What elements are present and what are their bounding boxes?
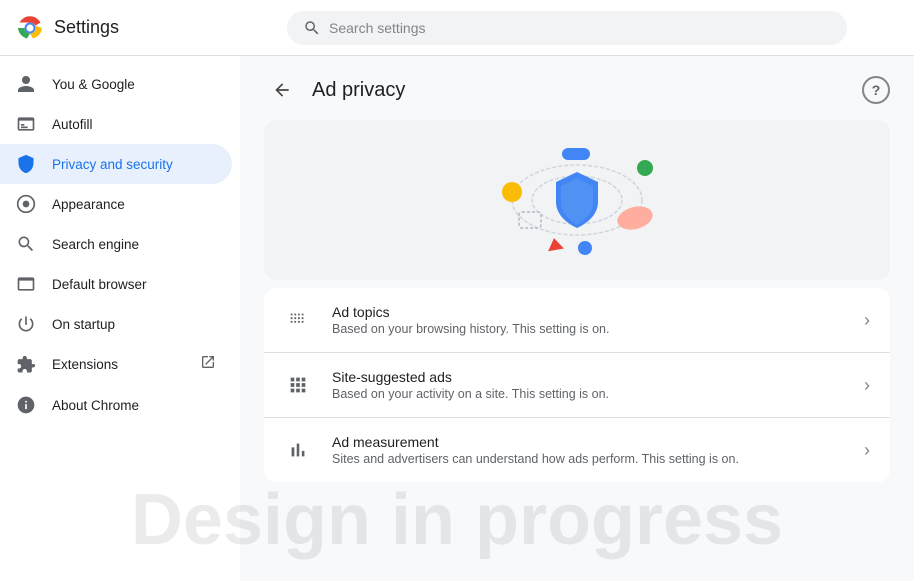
sidebar-label-search-engine: Search engine	[52, 237, 139, 252]
sidebar-label-autofill: Autofill	[52, 117, 93, 132]
page-header-left: Ad privacy	[264, 72, 405, 108]
site-suggested-ads-title: Site-suggested ads	[332, 369, 844, 385]
sidebar-label-appearance: Appearance	[52, 197, 125, 212]
appearance-icon	[16, 194, 36, 214]
site-suggested-ads-chevron-icon: ›	[864, 375, 870, 396]
logo-area: Settings	[16, 14, 236, 42]
sidebar-item-you-google[interactable]: You & Google	[0, 64, 232, 104]
hero-illustration	[264, 120, 890, 280]
info-icon	[16, 395, 36, 415]
app-title: Settings	[54, 17, 119, 38]
top-bar: Settings	[0, 0, 914, 56]
sidebar-label-you-google: You & Google	[52, 77, 135, 92]
site-suggested-ads-desc: Based on your activity on a site. This s…	[332, 387, 844, 401]
sidebar-label-privacy-security: Privacy and security	[52, 157, 173, 172]
ad-measurement-desc: Sites and advertisers can understand how…	[332, 452, 844, 466]
ad-privacy-illustration	[467, 130, 687, 270]
ad-topics-desc: Based on your browsing history. This set…	[332, 322, 844, 336]
back-arrow-icon	[272, 80, 292, 100]
sidebar-item-appearance[interactable]: Appearance	[0, 184, 232, 224]
sidebar: You & Google Autofill Privacy and securi…	[0, 56, 240, 581]
external-link-icon	[200, 354, 216, 375]
site-suggested-ads-icon	[284, 371, 312, 399]
ad-measurement-icon	[284, 436, 312, 464]
sidebar-item-about-chrome[interactable]: About Chrome	[0, 385, 232, 425]
puzzle-icon	[16, 355, 36, 375]
chrome-logo-icon	[16, 14, 44, 42]
ad-topics-title: Ad topics	[332, 304, 844, 320]
page-title: Ad privacy	[312, 79, 405, 102]
ad-topics-chevron-icon: ›	[864, 310, 870, 331]
search-engine-icon	[16, 234, 36, 254]
ad-topics-icon	[284, 306, 312, 334]
ad-measurement-row[interactable]: Ad measurement Sites and advertisers can…	[264, 418, 890, 482]
content-inner: Ad privacy ?	[240, 56, 914, 506]
site-suggested-ads-row[interactable]: Site-suggested ads Based on your activit…	[264, 353, 890, 418]
search-bar	[287, 11, 847, 45]
sidebar-label-on-startup: On startup	[52, 317, 115, 332]
help-button[interactable]: ?	[862, 76, 890, 104]
autofill-icon	[16, 114, 36, 134]
sidebar-label-default-browser: Default browser	[52, 277, 147, 292]
sidebar-item-privacy-security[interactable]: Privacy and security	[0, 144, 232, 184]
sidebar-item-default-browser[interactable]: Default browser	[0, 264, 232, 304]
sidebar-item-extensions[interactable]: Extensions	[0, 344, 232, 385]
sidebar-item-search-engine[interactable]: Search engine	[0, 224, 232, 264]
ad-topics-text: Ad topics Based on your browsing history…	[332, 304, 844, 336]
shield-icon	[16, 154, 36, 174]
content-area: Ad privacy ?	[240, 56, 914, 581]
help-label: ?	[872, 82, 881, 98]
sidebar-label-extensions: Extensions	[52, 357, 118, 372]
search-icon	[303, 19, 321, 37]
browser-icon	[16, 274, 36, 294]
ad-measurement-text: Ad measurement Sites and advertisers can…	[332, 434, 844, 466]
sidebar-label-about-chrome: About Chrome	[52, 398, 139, 413]
ad-measurement-chevron-icon: ›	[864, 440, 870, 461]
sidebar-item-on-startup[interactable]: On startup	[0, 304, 232, 344]
search-input[interactable]	[329, 20, 831, 36]
ad-measurement-title: Ad measurement	[332, 434, 844, 450]
settings-card: Ad topics Based on your browsing history…	[264, 288, 890, 482]
sidebar-item-autofill[interactable]: Autofill	[0, 104, 232, 144]
page-header: Ad privacy ?	[264, 56, 890, 120]
search-input-wrap	[287, 11, 847, 45]
person-icon	[16, 74, 36, 94]
power-icon	[16, 314, 36, 334]
site-suggested-ads-text: Site-suggested ads Based on your activit…	[332, 369, 844, 401]
back-button[interactable]	[264, 72, 300, 108]
ad-topics-row[interactable]: Ad topics Based on your browsing history…	[264, 288, 890, 353]
main-layout: You & Google Autofill Privacy and securi…	[0, 56, 914, 581]
